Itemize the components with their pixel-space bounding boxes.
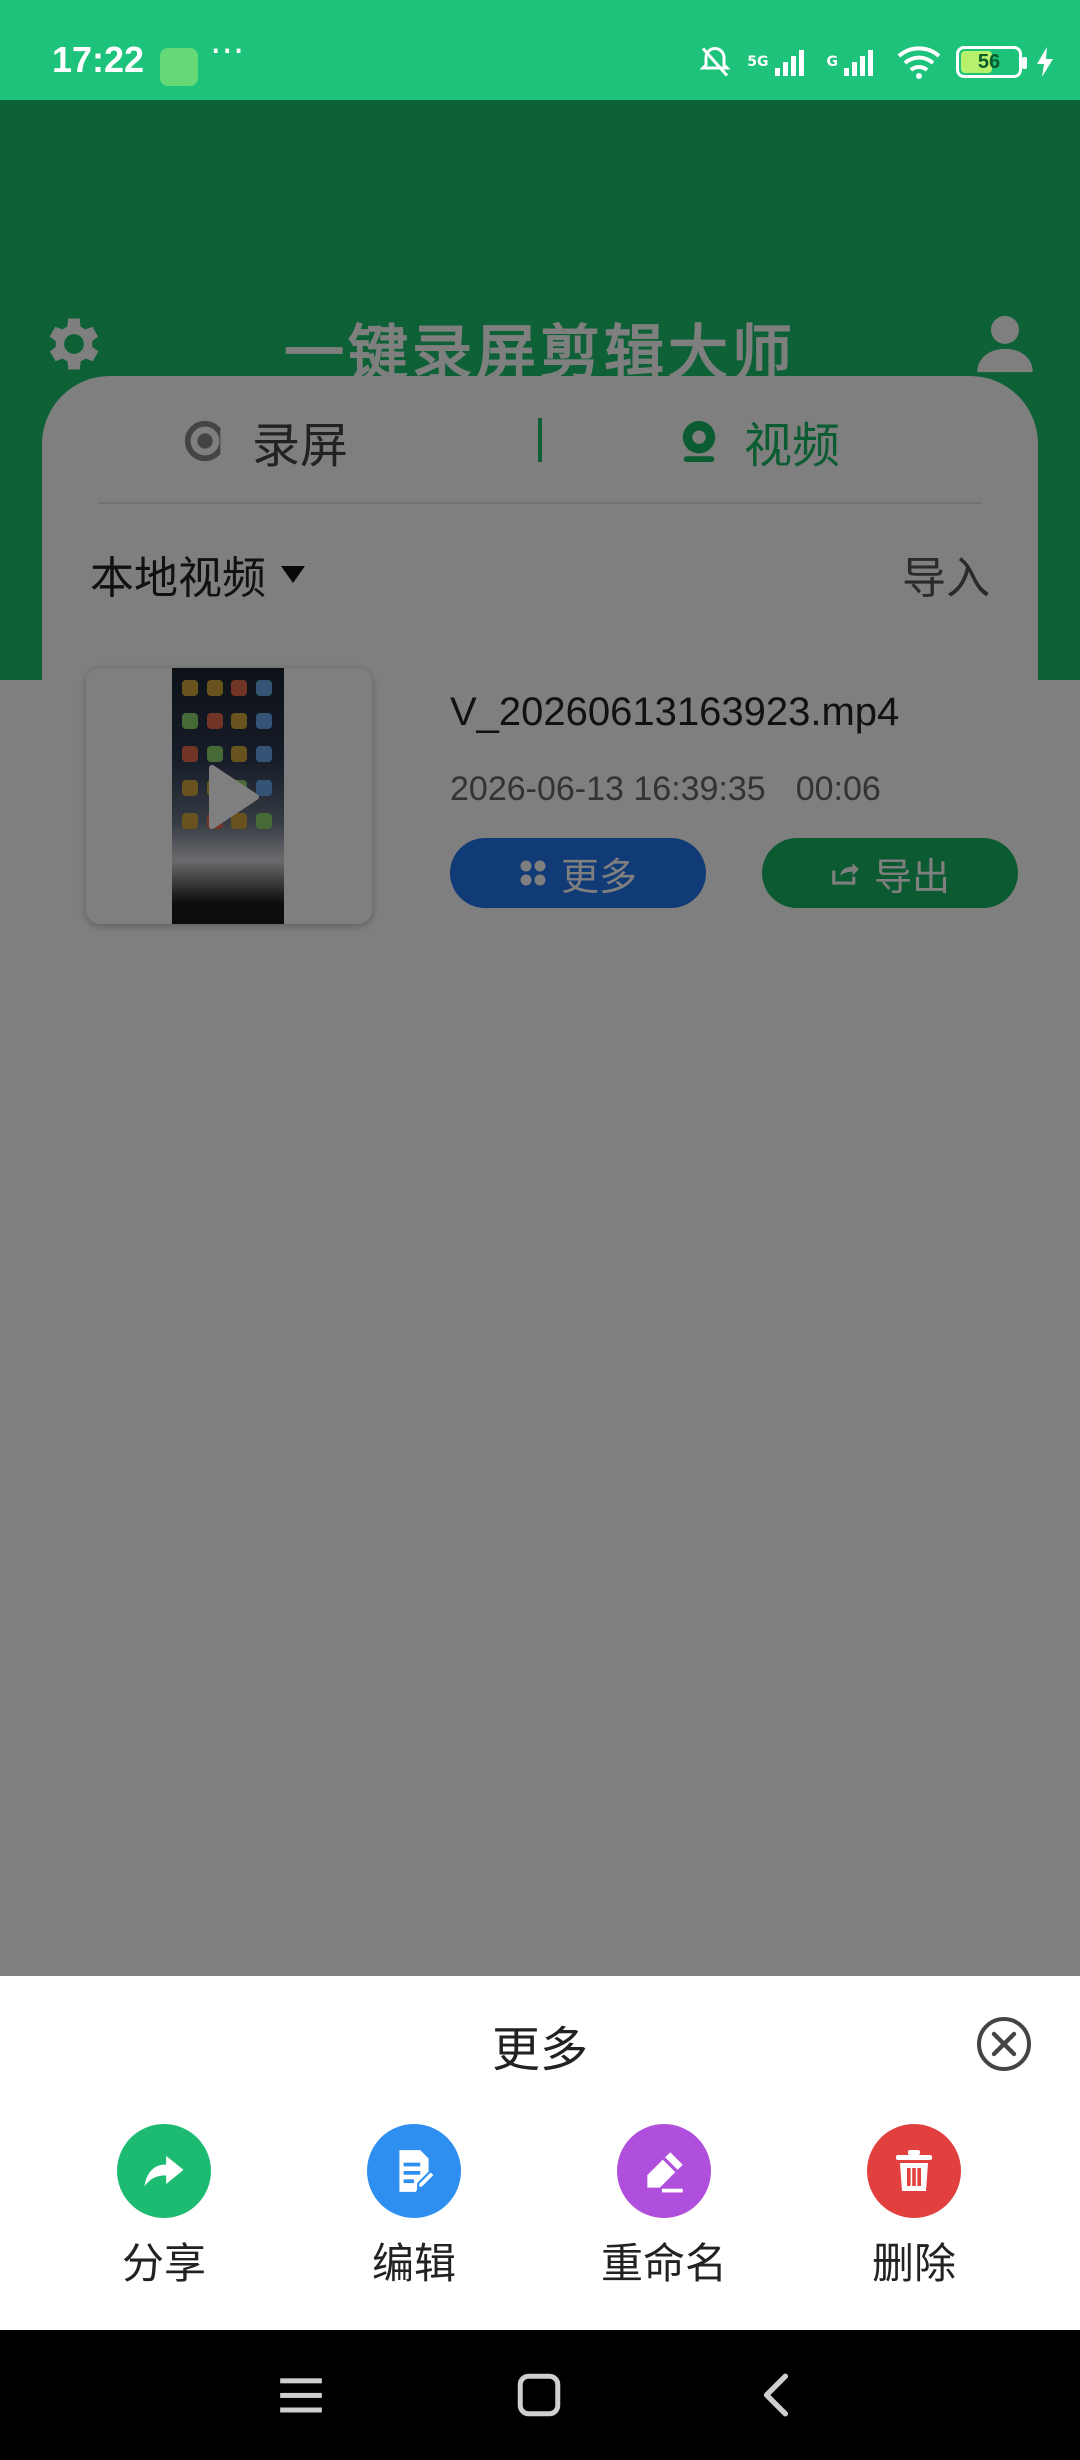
battery-icon: 56 <box>956 46 1027 78</box>
charging-icon <box>1037 47 1053 77</box>
delete-label: 删除 <box>871 2239 956 2288</box>
more-bottom-sheet: 更多 分享 编辑 重命名 删除 <box>0 1976 1080 2330</box>
delete-action[interactable]: 删除 <box>824 2124 1004 2291</box>
notification-muted-icon <box>699 46 731 77</box>
sheet-title: 更多 <box>491 2022 588 2078</box>
share-icon[interactable] <box>117 2124 211 2218</box>
modal-backdrop[interactable] <box>0 100 1080 1976</box>
close-icon[interactable] <box>976 2016 1032 2072</box>
more-notifications-icon: ··· <box>210 31 245 72</box>
trash-icon[interactable] <box>867 2124 961 2218</box>
wifi-icon <box>897 46 941 79</box>
trash-glyph <box>896 2150 932 2191</box>
system-nav-bar <box>0 2330 1080 2460</box>
signal-icon <box>774 50 804 76</box>
edit-label: 编辑 <box>371 2239 456 2288</box>
rename-action[interactable]: 重命名 <box>574 2124 754 2291</box>
sheet-actions: 分享 编辑 重命名 删除 <box>0 2124 1080 2304</box>
status-icons: 5G G 56 <box>697 44 1054 80</box>
edit-document-icon[interactable] <box>367 2124 461 2218</box>
status-bar: 17:22 ··· 5G G 56 <box>0 0 1080 100</box>
menu-icon[interactable] <box>276 2370 326 2420</box>
signal-icon <box>844 50 873 76</box>
share-action[interactable]: 分享 <box>74 2124 254 2291</box>
back-icon[interactable] <box>752 2370 802 2420</box>
home-icon[interactable] <box>514 2370 564 2420</box>
app-notification-icon <box>160 48 198 86</box>
status-time: 17:22 <box>52 39 145 80</box>
pencil-glyph <box>647 2152 683 2193</box>
network-type-2: G <box>826 54 839 70</box>
network-type-1: 5G <box>747 54 769 70</box>
share-arrow-glyph <box>144 2155 184 2187</box>
battery-level: 56 <box>977 50 1001 73</box>
rename-label: 重命名 <box>600 2239 727 2288</box>
document-pencil-glyph <box>399 2150 437 2192</box>
share-label: 分享 <box>121 2239 206 2288</box>
edit-action[interactable]: 编辑 <box>324 2124 504 2291</box>
rename-pencil-icon[interactable] <box>617 2124 711 2218</box>
